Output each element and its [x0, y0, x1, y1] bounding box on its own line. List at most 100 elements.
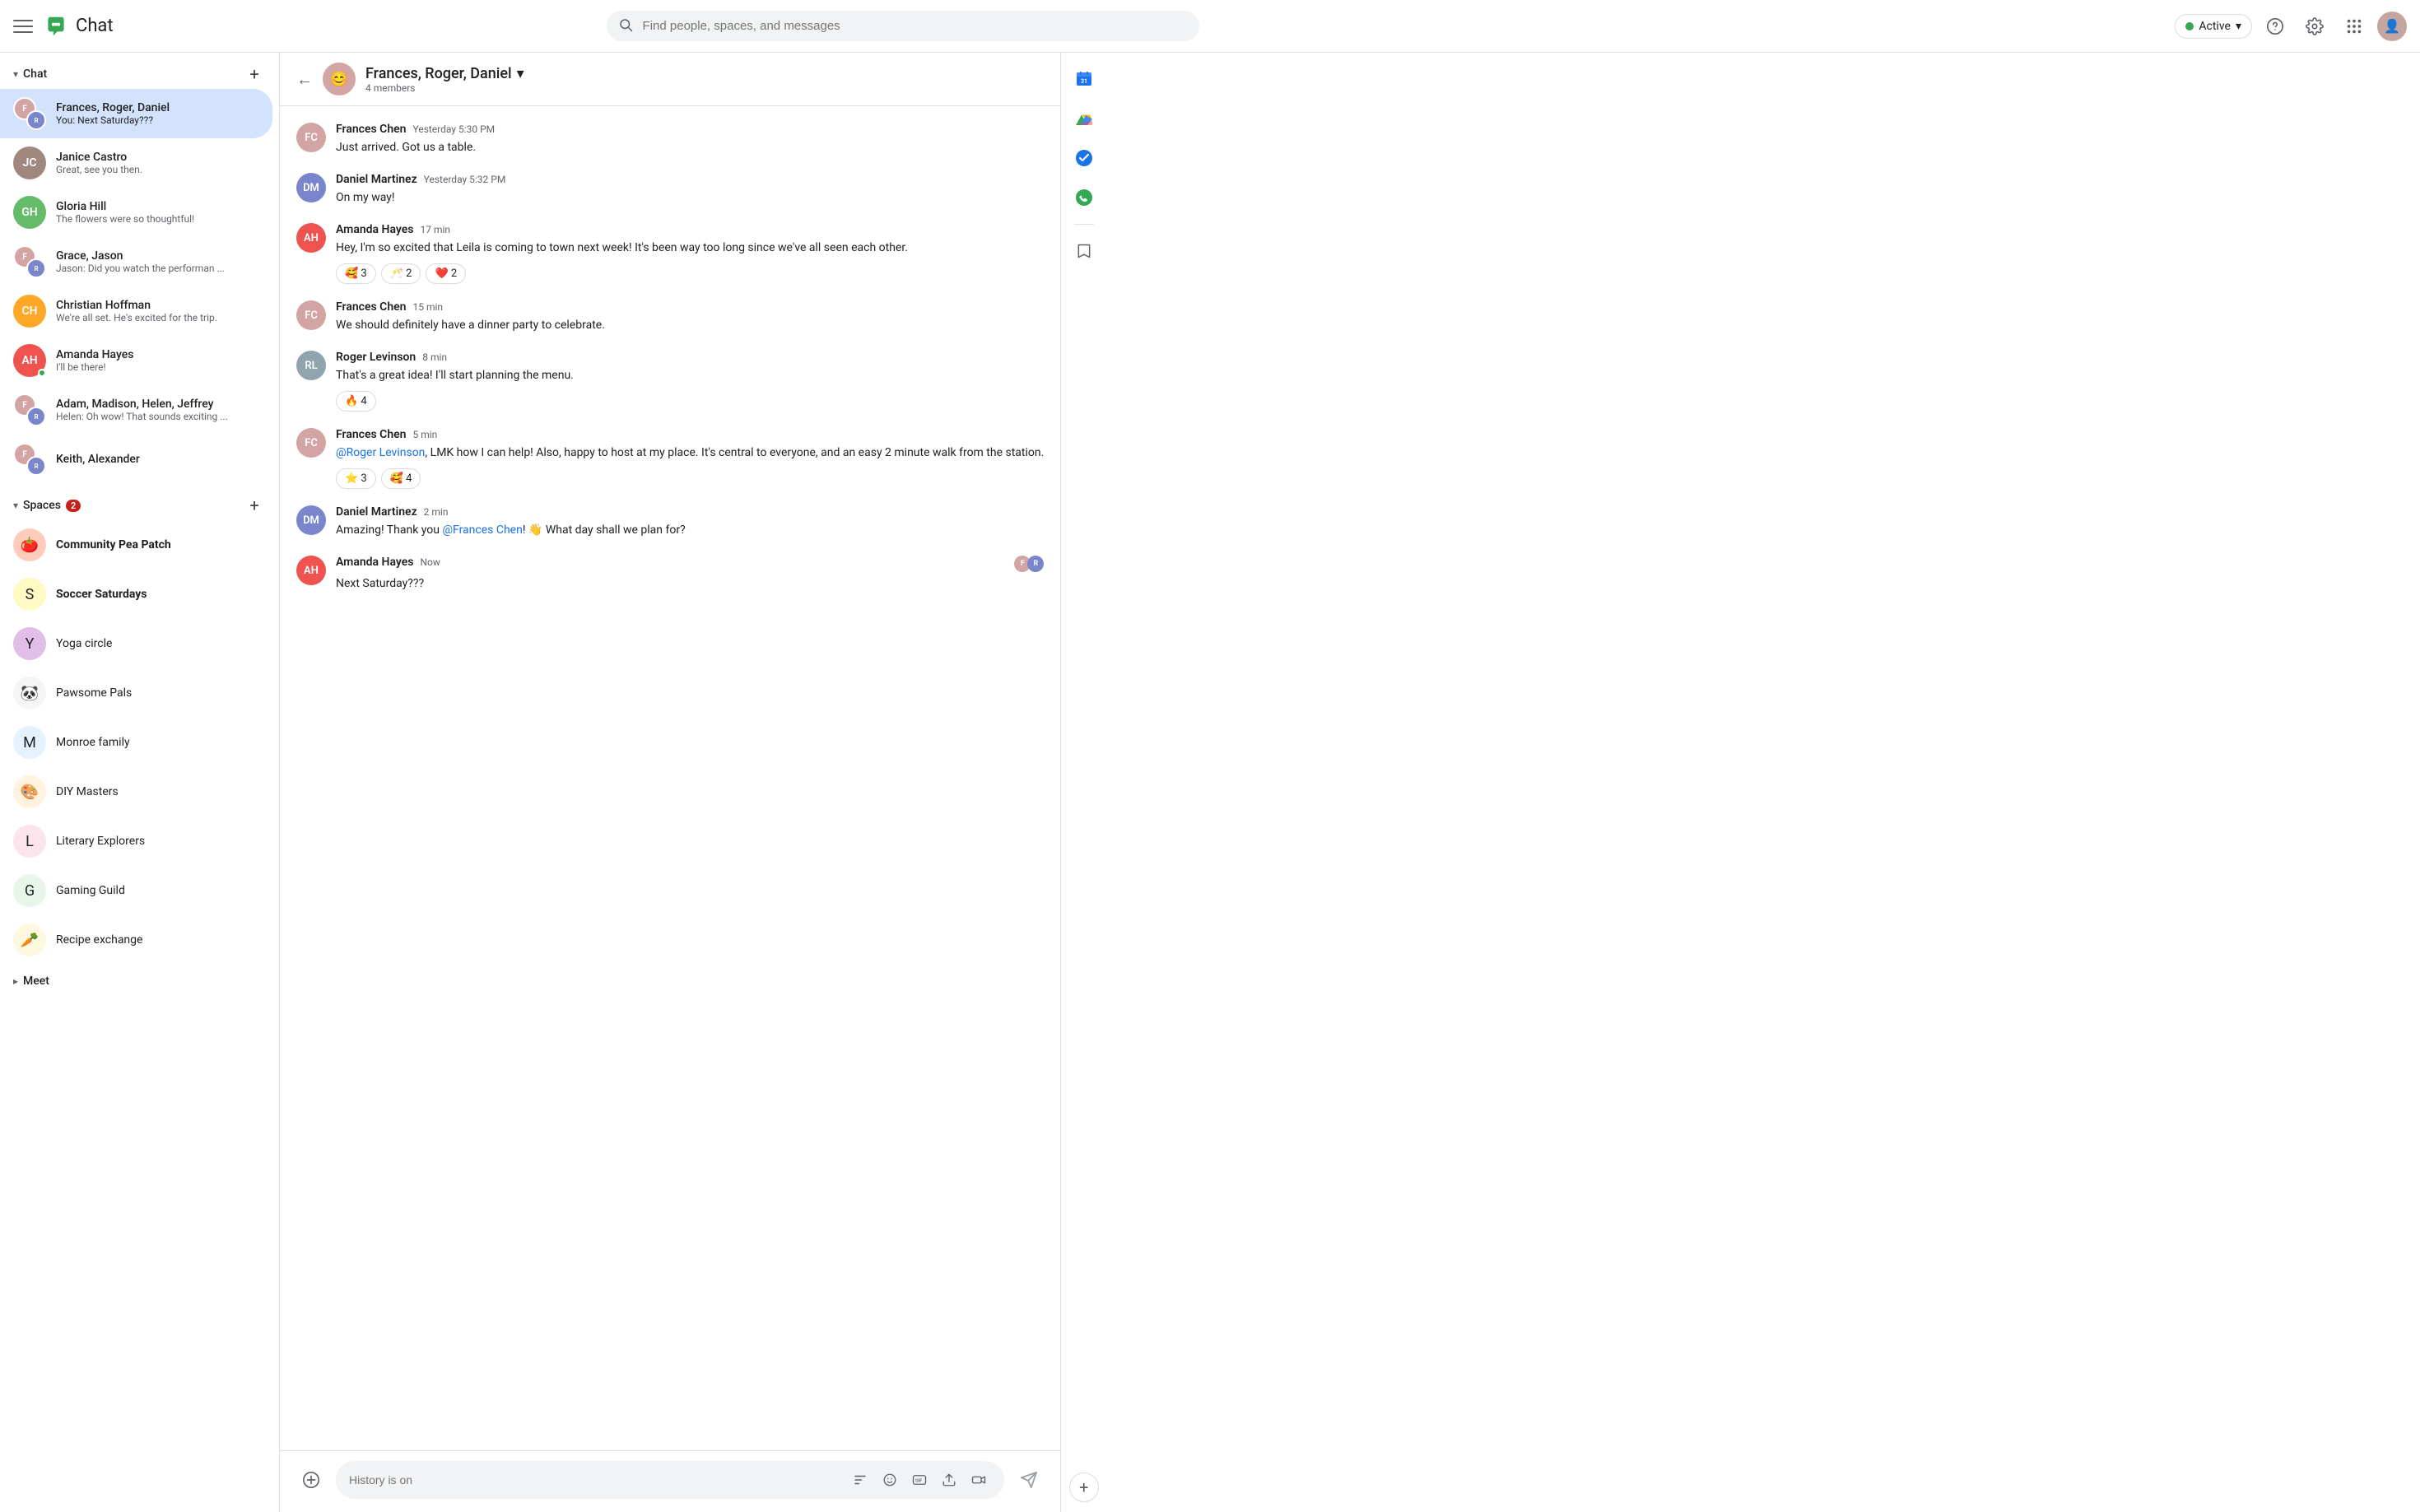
- message-avatar: RL: [296, 351, 326, 380]
- chat-list-item[interactable]: AH Amanda Hayes I'll be there!: [0, 336, 272, 385]
- settings-button[interactable]: [2298, 10, 2331, 43]
- phone-icon[interactable]: [1068, 181, 1101, 214]
- reactions: 🔥 4: [336, 391, 1044, 412]
- avatar: JC: [13, 147, 46, 179]
- space-list-item[interactable]: 🥕 Recipe exchange: [0, 915, 272, 965]
- message: AH Amanda Hayes 17 min Hey, I'm so excit…: [296, 223, 1044, 284]
- space-icon: 🎨: [13, 775, 46, 808]
- apps-button[interactable]: [2338, 10, 2371, 43]
- sender-name: Frances Chen: [336, 300, 407, 314]
- group-avatar: F R: [13, 97, 46, 130]
- reaction-button[interactable]: 🥰 4: [381, 468, 421, 489]
- tasks-icon[interactable]: [1068, 142, 1101, 174]
- message-text: That's a great idea! I'll start planning…: [336, 367, 1044, 384]
- status-label: Active: [2199, 20, 2231, 33]
- sidebar: ▾ Chat + F R Frances, Roger, Daniel You:…: [0, 53, 280, 1512]
- new-chat-button[interactable]: +: [243, 63, 266, 86]
- message-header: Daniel Martinez Yesterday 5:32 PM: [336, 173, 1044, 186]
- chat-list-item[interactable]: F R Adam, Madison, Helen, Jeffrey Helen:…: [0, 385, 272, 435]
- message-input[interactable]: [349, 1473, 841, 1486]
- message-time: 2 min: [424, 506, 449, 518]
- reaction-button[interactable]: 🥂 2: [381, 263, 421, 284]
- space-icon: 🍅: [13, 528, 46, 561]
- spaces-section-title: ▾ Spaces 2: [13, 499, 81, 512]
- chat-info: Grace, Jason Jason: Did you watch the pe…: [56, 249, 259, 274]
- avatar: GH: [13, 196, 46, 229]
- group-avatar: F R: [13, 443, 46, 476]
- avatar-wrap: F R: [13, 97, 46, 130]
- meet-section-header[interactable]: ▸ Meet: [0, 965, 279, 991]
- message: DM Daniel Martinez 2 min Amazing! Thank …: [296, 505, 1044, 539]
- bookmark-icon[interactable]: [1068, 235, 1101, 268]
- space-list-item[interactable]: G Gaming Guild: [0, 866, 272, 915]
- status-chevron-icon: ▾: [2236, 20, 2241, 33]
- space-name: Community Pea Patch: [56, 538, 171, 551]
- chat-list-item[interactable]: F R Frances, Roger, Daniel You: Next Sat…: [0, 89, 272, 138]
- chat-name-label: Grace, Jason: [56, 249, 259, 263]
- status-button[interactable]: Active ▾: [2175, 14, 2252, 39]
- format-text-icon[interactable]: [848, 1468, 873, 1492]
- chat-list-item[interactable]: GH Gloria Hill The flowers were so thoug…: [0, 188, 272, 237]
- video-icon[interactable]: [966, 1468, 991, 1492]
- space-list-item[interactable]: M Monroe family: [0, 718, 272, 767]
- sender-name: Amanda Hayes: [336, 556, 413, 569]
- add-panel-button[interactable]: +: [1069, 1472, 1099, 1502]
- chat-preview: Helen: Oh wow! That sounds exciting ...: [56, 411, 259, 422]
- space-list-item[interactable]: L Literary Explorers: [0, 816, 272, 866]
- group-avatar: F R: [13, 393, 46, 426]
- reaction-button[interactable]: 🔥 4: [336, 391, 376, 412]
- message-avatar: FC: [296, 300, 326, 330]
- chat-list: F R Frances, Roger, Daniel You: Next Sat…: [0, 89, 279, 484]
- gif-icon[interactable]: GIF: [907, 1468, 932, 1492]
- message-text: Hey, I'm so excited that Leila is coming…: [336, 240, 1044, 257]
- chat-list-item[interactable]: F R Grace, Jason Jason: Did you watch th…: [0, 237, 272, 286]
- chat-section-header[interactable]: ▾ Chat +: [0, 53, 279, 89]
- message-time: 17 min: [420, 224, 450, 235]
- chat-info: Keith, Alexander: [56, 453, 259, 466]
- right-icons: Active ▾ 👤: [2175, 10, 2407, 43]
- space-icon: G: [13, 874, 46, 907]
- add-message-button[interactable]: [296, 1465, 326, 1495]
- spaces-badge: 2: [66, 500, 81, 512]
- space-list-item[interactable]: Y Yoga circle: [0, 619, 272, 668]
- space-list-item[interactable]: 🎨 DIY Masters: [0, 767, 272, 816]
- drive-icon[interactable]: [1068, 102, 1101, 135]
- avatar-wrap: F R: [13, 245, 46, 278]
- help-button[interactable]: [2259, 10, 2292, 43]
- chat-name-chevron-icon: ▾: [517, 65, 524, 82]
- message-content: Roger Levinson 8 min That's a great idea…: [336, 351, 1044, 412]
- mention-link[interactable]: @Roger Levinson: [336, 446, 425, 459]
- emoji-icon[interactable]: [877, 1468, 902, 1492]
- space-list-item[interactable]: 🐼 Pawsome Pals: [0, 668, 272, 718]
- search-input[interactable]: [607, 11, 1199, 41]
- chat-name[interactable]: Frances, Roger, Daniel ▾: [365, 65, 1044, 82]
- message-text: @Roger Levinson, LMK how I can help! Als…: [336, 444, 1044, 462]
- message-time: Yesterday 5:30 PM: [413, 123, 496, 135]
- reaction-button[interactable]: 🥰 3: [336, 263, 376, 284]
- space-list-item[interactable]: S Soccer Saturdays: [0, 570, 272, 619]
- sender-name: Daniel Martinez: [336, 505, 417, 519]
- chat-info: Gloria Hill The flowers were so thoughtf…: [56, 200, 259, 225]
- hamburger-menu[interactable]: [13, 16, 33, 36]
- mention-link[interactable]: @Frances Chen: [442, 523, 522, 537]
- reaction-button[interactable]: ❤️ 2: [426, 263, 466, 284]
- reaction-button[interactable]: ⭐ 3: [336, 468, 376, 489]
- send-button[interactable]: [1014, 1465, 1044, 1495]
- chat-preview: I'll be there!: [56, 361, 259, 373]
- spaces-section-header[interactable]: ▾ Spaces 2 +: [0, 484, 279, 520]
- upload-icon[interactable]: [937, 1468, 961, 1492]
- chat-name-label: Frances, Roger, Daniel: [56, 101, 259, 114]
- chat-list-item[interactable]: F R Keith, Alexander: [0, 435, 272, 484]
- message-content: Daniel Martinez 2 min Amazing! Thank you…: [336, 505, 1044, 539]
- user-avatar[interactable]: 👤: [2377, 12, 2407, 41]
- new-space-button[interactable]: +: [243, 494, 266, 517]
- message-time: 15 min: [413, 301, 444, 313]
- chat-list-item[interactable]: CH Christian Hoffman We're all set. He's…: [0, 286, 272, 336]
- message-header: Roger Levinson 8 min: [336, 351, 1044, 364]
- back-button[interactable]: ←: [296, 69, 313, 90]
- chat-list-item[interactable]: JC Janice Castro Great, see you then.: [0, 138, 272, 188]
- calendar-icon[interactable]: 31: [1068, 63, 1101, 95]
- avatar-wrap: CH: [13, 295, 46, 328]
- meet-section-title: ▸ Meet: [13, 975, 49, 988]
- space-list-item[interactable]: 🍅 Community Pea Patch: [0, 520, 272, 570]
